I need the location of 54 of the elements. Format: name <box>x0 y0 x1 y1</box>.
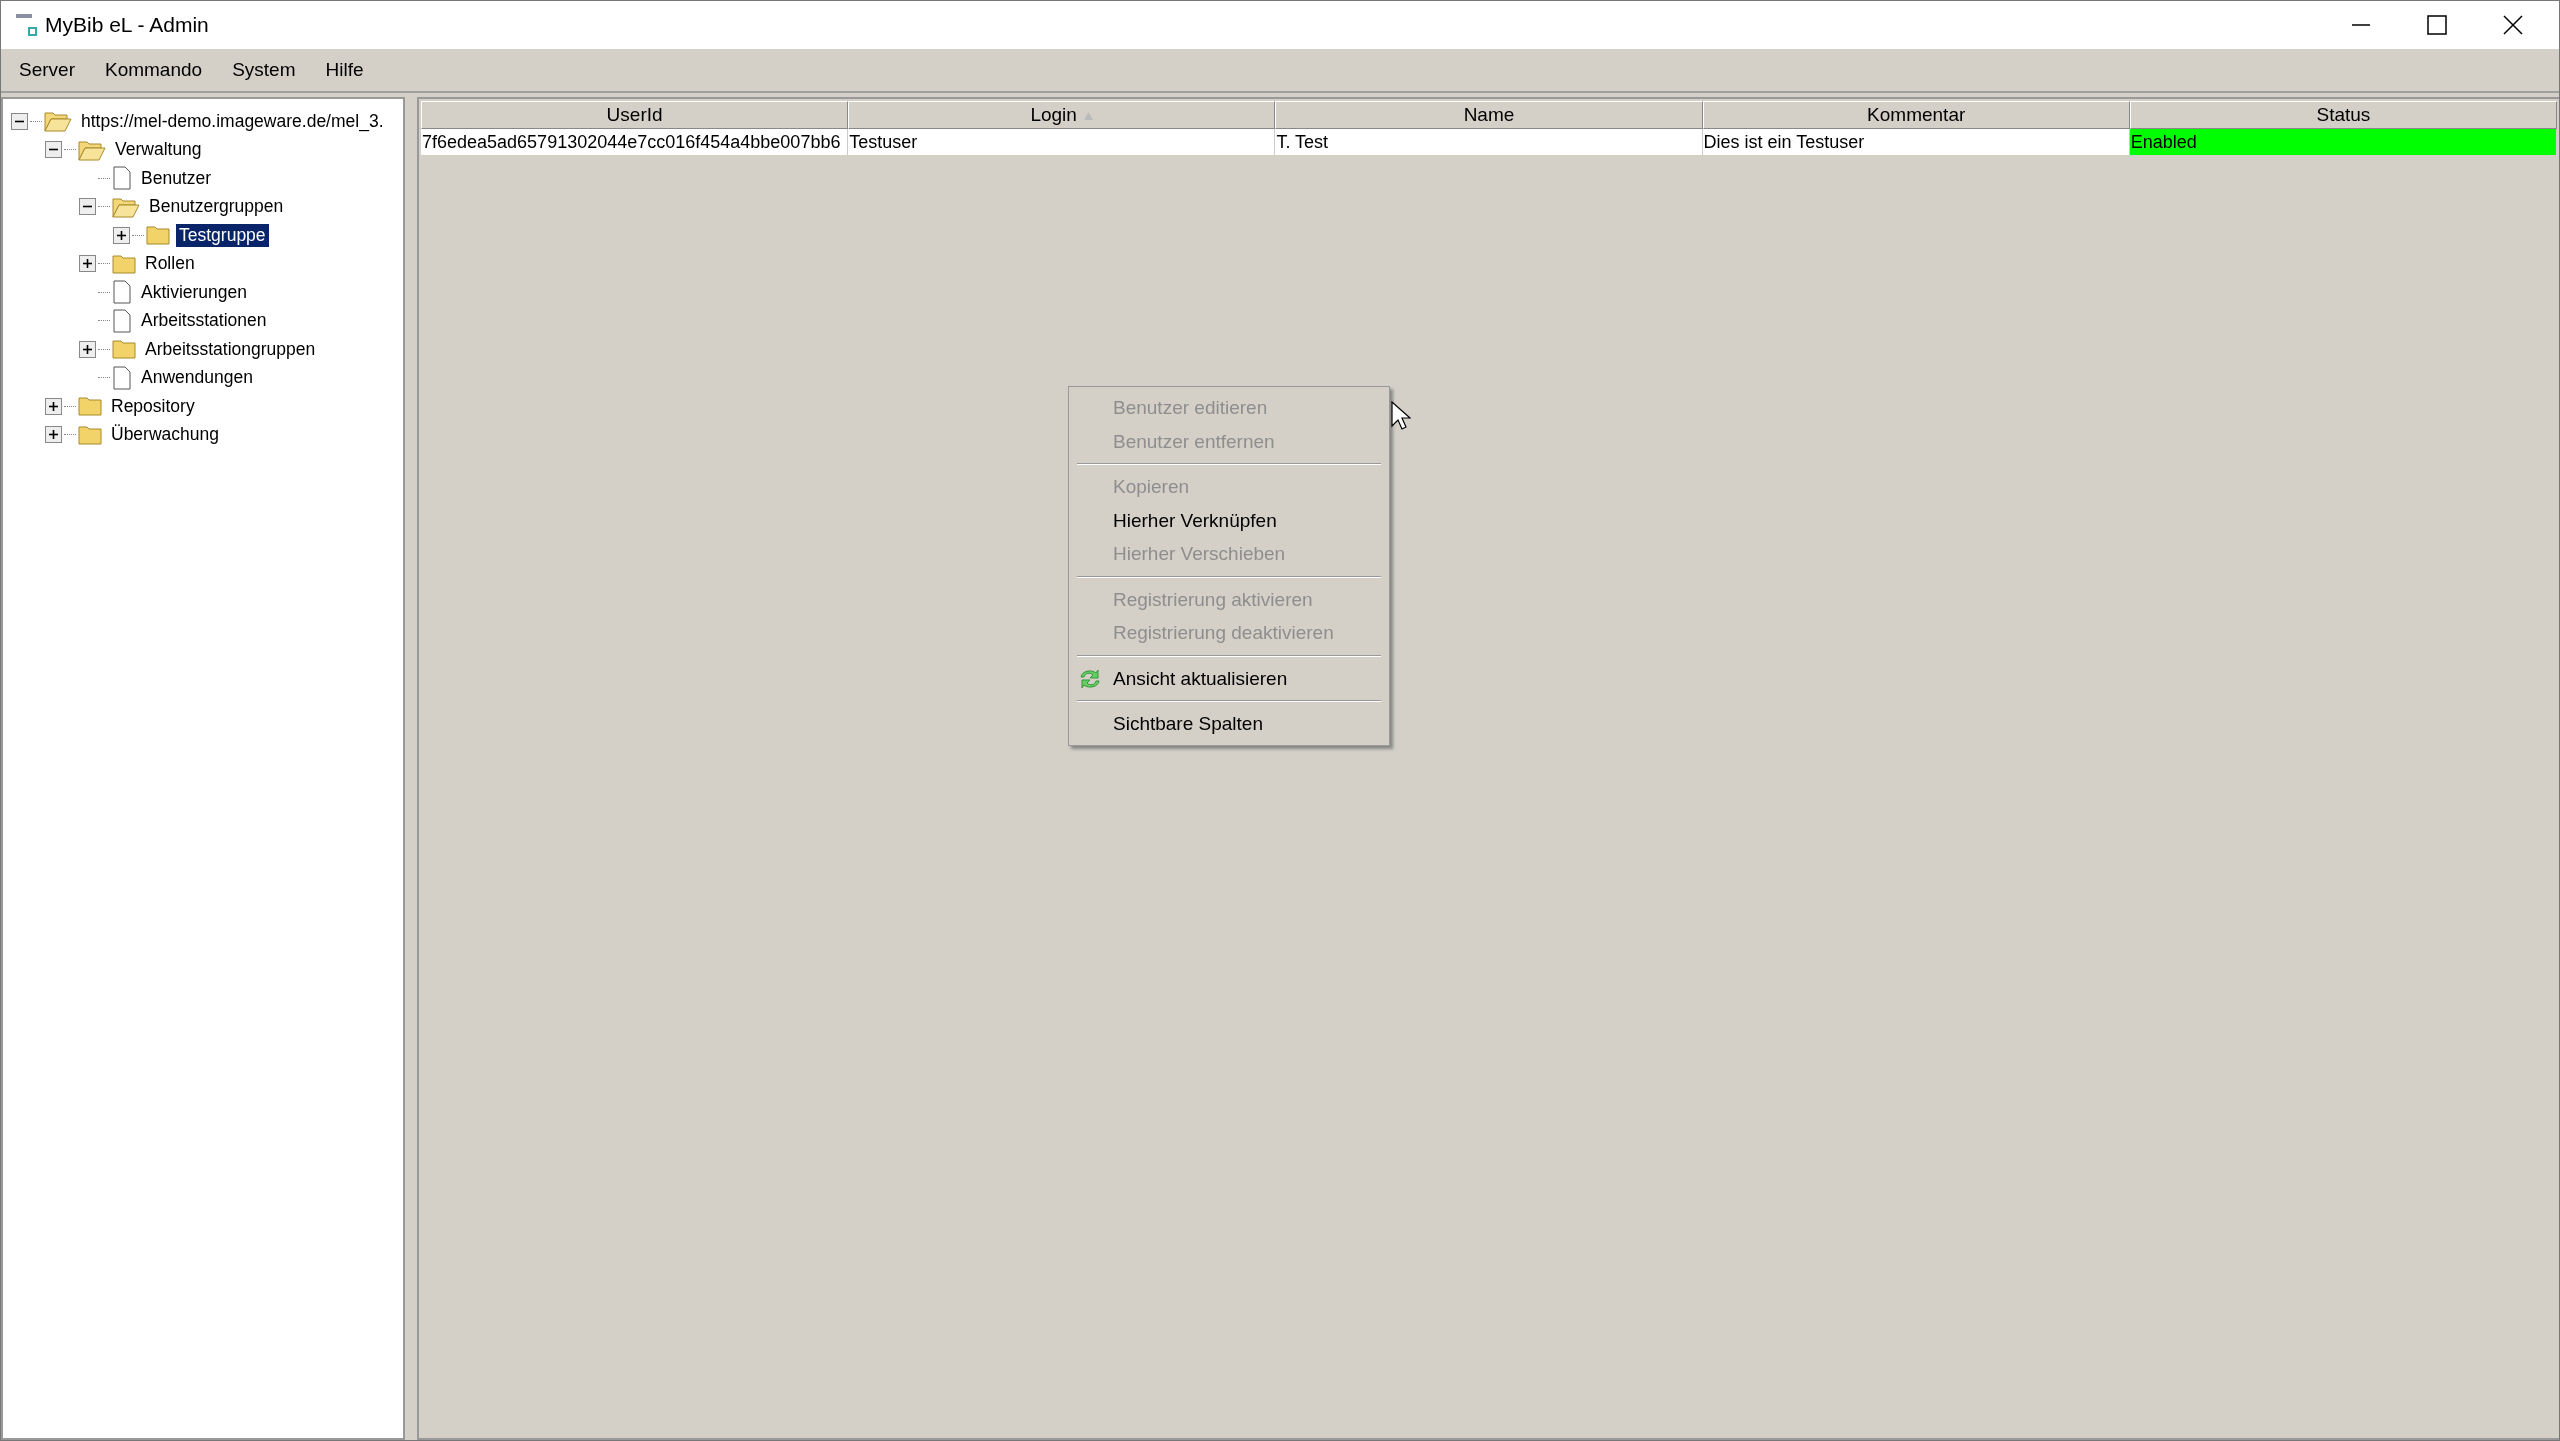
document-icon <box>112 365 132 390</box>
tree-item[interactable]: Aktivierungen <box>138 280 251 304</box>
tree-item[interactable]: Verwaltung <box>112 138 205 162</box>
folder-icon <box>112 253 136 274</box>
menu-item[interactable]: System <box>232 59 296 81</box>
column-header[interactable]: Login <box>848 101 1276 129</box>
column-header[interactable]: Status <box>2129 101 2557 129</box>
sort-ascending-icon <box>1084 112 1094 120</box>
open-folder-icon <box>44 110 72 133</box>
folder-icon <box>78 396 102 417</box>
collapse-icon[interactable] <box>79 198 96 216</box>
collapse-icon[interactable] <box>45 141 62 159</box>
column-header[interactable]: UserId <box>421 101 849 129</box>
tree-item[interactable]: Überwachung <box>108 423 222 447</box>
menu-item[interactable]: Kommando <box>104 59 203 81</box>
window-title: MyBib eL - Admin <box>45 13 209 37</box>
column-header[interactable]: Name <box>1275 101 1703 129</box>
tree-item[interactable]: Anwendungen <box>138 366 256 390</box>
menu-item[interactable]: Server <box>19 59 75 81</box>
expand-icon[interactable] <box>79 255 96 273</box>
tree-item[interactable]: Arbeitsstationgruppen <box>142 337 319 361</box>
table-cell: Testuser <box>848 129 1276 155</box>
table-cell: T. Test <box>1275 129 1703 155</box>
folder-icon <box>112 339 136 360</box>
maximize-icon[interactable] <box>2427 15 2447 35</box>
close-icon[interactable] <box>2503 15 2523 35</box>
folder-icon <box>78 424 102 445</box>
column-header[interactable]: Kommentar <box>1702 101 2130 129</box>
open-folder-icon <box>112 195 140 218</box>
menu-item[interactable]: Sichtbare Spalten <box>1069 707 1389 741</box>
tree-item[interactable]: Arbeitsstationen <box>138 309 270 333</box>
document-icon <box>112 166 132 191</box>
folder-icon <box>146 225 170 246</box>
tree-item[interactable]: Rollen <box>142 252 198 276</box>
document-icon <box>112 308 132 333</box>
expand-icon[interactable] <box>79 340 96 358</box>
collapse-icon[interactable] <box>11 112 28 130</box>
menu-item[interactable]: Ansicht aktualisieren <box>1069 661 1389 695</box>
expand-icon[interactable] <box>45 426 62 444</box>
status-cell: Enabled <box>2129 129 2557 155</box>
open-folder-icon <box>78 138 106 161</box>
table-cell: 7f6edea5ad65791302044e7cc016f454a4bbe007bb6 <box>421 129 849 155</box>
menu-item[interactable]: Hilfe <box>325 59 364 81</box>
menu-item[interactable]: Hierher Verknüpfen <box>1069 503 1389 537</box>
mouse-pointer-icon <box>1391 401 1411 431</box>
tree-item[interactable]: Testgruppe <box>176 223 269 247</box>
tree-item[interactable]: Repository <box>108 394 198 418</box>
table-cell: Dies ist ein Testuser <box>1702 129 2130 155</box>
tree-item[interactable]: https://mel-demo.imageware.de/mel_3. <box>78 109 387 133</box>
document-icon <box>112 280 132 305</box>
tree-item[interactable]: Benutzergruppen <box>146 195 287 219</box>
tree-item[interactable]: Benutzer <box>138 166 215 190</box>
expand-icon[interactable] <box>113 226 130 244</box>
expand-icon[interactable] <box>45 397 62 415</box>
